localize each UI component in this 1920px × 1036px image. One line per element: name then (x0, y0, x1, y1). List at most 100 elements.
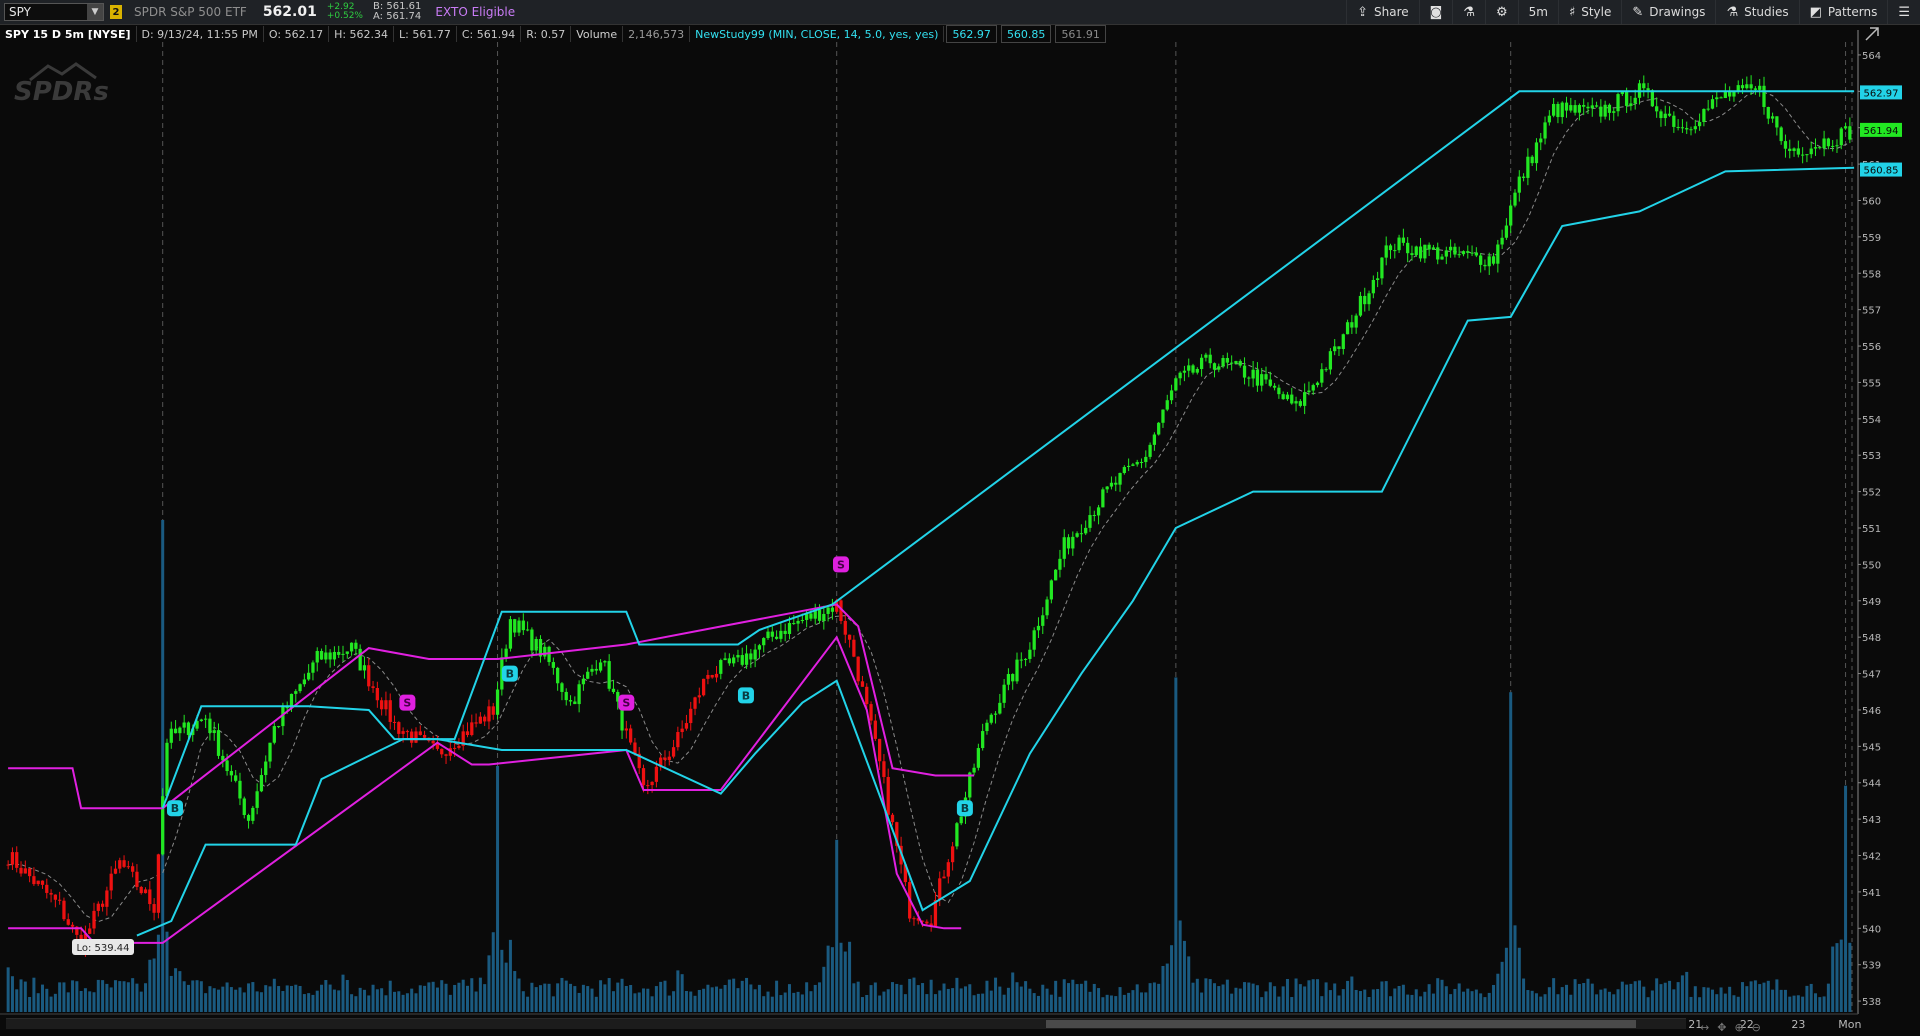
volume-bar (607, 978, 611, 1012)
candle-body (800, 619, 804, 621)
volume-bar (903, 994, 907, 1012)
volume-bar (1221, 984, 1225, 1012)
volume-bar (1749, 981, 1753, 1012)
menu-button[interactable]: ☰ (1887, 0, 1920, 24)
volume-bar (1114, 996, 1118, 1012)
volume-bar (526, 996, 530, 1012)
signal-label: S (403, 697, 411, 710)
volume-bar (775, 980, 779, 1012)
studies-button[interactable]: ⚗ Studies (1715, 0, 1798, 24)
candle-body (1775, 116, 1779, 128)
volume-bar (1281, 986, 1285, 1012)
candle-body (1281, 394, 1285, 400)
volume-bar (1668, 980, 1672, 1012)
candle-body (525, 629, 530, 631)
flask-button[interactable]: ⚗ (1452, 0, 1485, 24)
candle-body (1672, 115, 1676, 127)
volume-bar (611, 991, 615, 1012)
candle-body (1573, 105, 1577, 113)
candle-body (1796, 148, 1800, 155)
volume-bar (1230, 993, 1234, 1012)
volume-bar (586, 986, 590, 1012)
candle-body (414, 731, 418, 743)
volume-bar (221, 986, 225, 1012)
candle-body (1045, 599, 1049, 616)
candle-body (684, 723, 689, 729)
candle-body (1586, 106, 1590, 109)
candle-body (890, 814, 895, 823)
zoom-out-icon[interactable]: ⊖ (1752, 1021, 1761, 1034)
scrollbar-thumb[interactable] (1046, 1020, 1636, 1028)
zoom-in-icon[interactable]: ⊕ (1734, 1021, 1743, 1034)
snapshot-button[interactable]: ◙ (1418, 0, 1453, 24)
candle-body (474, 722, 478, 724)
candle-body (886, 776, 890, 815)
candle-body (1783, 141, 1788, 149)
candle-body (1337, 346, 1341, 349)
horizontal-scrollbar[interactable] (6, 1018, 1686, 1029)
pan-icon[interactable]: ↔ (1700, 1021, 1709, 1034)
candle-body (302, 679, 306, 685)
volume-bar (15, 989, 19, 1012)
candle-body (1212, 363, 1217, 370)
candle-body (337, 651, 341, 655)
drawings-button[interactable]: ✎ Drawings (1621, 0, 1715, 24)
volume-bar (324, 980, 328, 1012)
price-chart[interactable]: SPDRsBSBSBSBLo: 539.44564563562561560559… (0, 0, 1920, 1036)
volume-bar (1556, 994, 1560, 1012)
candle-body (478, 716, 483, 724)
timeframe-button[interactable]: 5m (1517, 0, 1558, 24)
candle-body (1655, 106, 1659, 112)
chevron-down-icon[interactable]: ▼ (87, 4, 103, 20)
volume-bar (487, 955, 491, 1012)
settings-button[interactable]: ⚙ (1484, 0, 1518, 24)
candle-body (556, 667, 560, 684)
symbol-selector[interactable]: SPY ▼ (4, 3, 104, 21)
candle-body (723, 658, 727, 661)
volume-bar (1522, 978, 1526, 1012)
volume-bar (1144, 992, 1148, 1012)
candle-body (1118, 473, 1122, 485)
candle-body (1328, 351, 1333, 370)
candle-body (246, 815, 251, 821)
candle-body (1646, 88, 1650, 91)
study-label[interactable]: NewStudy99 (MIN, CLOSE, 14, 5.0, yes, ye… (690, 26, 945, 42)
share-button[interactable]: ⇪ Share (1346, 0, 1419, 24)
volume-bar (371, 984, 375, 1012)
candle-body (1543, 122, 1547, 139)
style-button[interactable]: ♯ Style (1557, 0, 1621, 24)
volume-bar (963, 986, 967, 1012)
candle-body (1740, 85, 1745, 89)
bar-close: C: 561.94 (457, 26, 522, 42)
volume-bar (1298, 984, 1302, 1012)
volume-bar (1165, 963, 1169, 1012)
candle-body (701, 678, 706, 696)
volume-bar (388, 980, 392, 1012)
candle-body (1161, 409, 1165, 423)
volume-bar (1590, 983, 1594, 1012)
candle-body (641, 768, 646, 786)
move-icon[interactable]: ✥ (1717, 1021, 1726, 1034)
link-badge[interactable]: 2 (110, 5, 122, 19)
candle-body (809, 613, 813, 619)
volume-bar (161, 520, 165, 1012)
volume-bar (28, 997, 32, 1012)
candle-body (727, 658, 732, 664)
volume-bar (1350, 976, 1354, 1012)
candle-body (156, 854, 161, 913)
candle-body (1307, 390, 1311, 393)
volume-bar (1479, 993, 1483, 1012)
candle-body (1264, 374, 1268, 380)
volume-bar (96, 979, 100, 1012)
volume-bar (1642, 986, 1646, 1012)
volume-label[interactable]: Volume (571, 26, 624, 42)
bid-ask: B: 561.61 A: 561.74 (373, 2, 421, 22)
candle-body (1848, 126, 1852, 140)
candle-body (646, 785, 650, 787)
volume-bar (156, 934, 160, 1012)
volume-bar (259, 992, 263, 1012)
candle-body (1448, 246, 1453, 251)
patterns-button[interactable]: ◩ Patterns (1798, 0, 1888, 24)
y-tick-label: 555 (1862, 378, 1881, 389)
candle-body (298, 684, 302, 692)
